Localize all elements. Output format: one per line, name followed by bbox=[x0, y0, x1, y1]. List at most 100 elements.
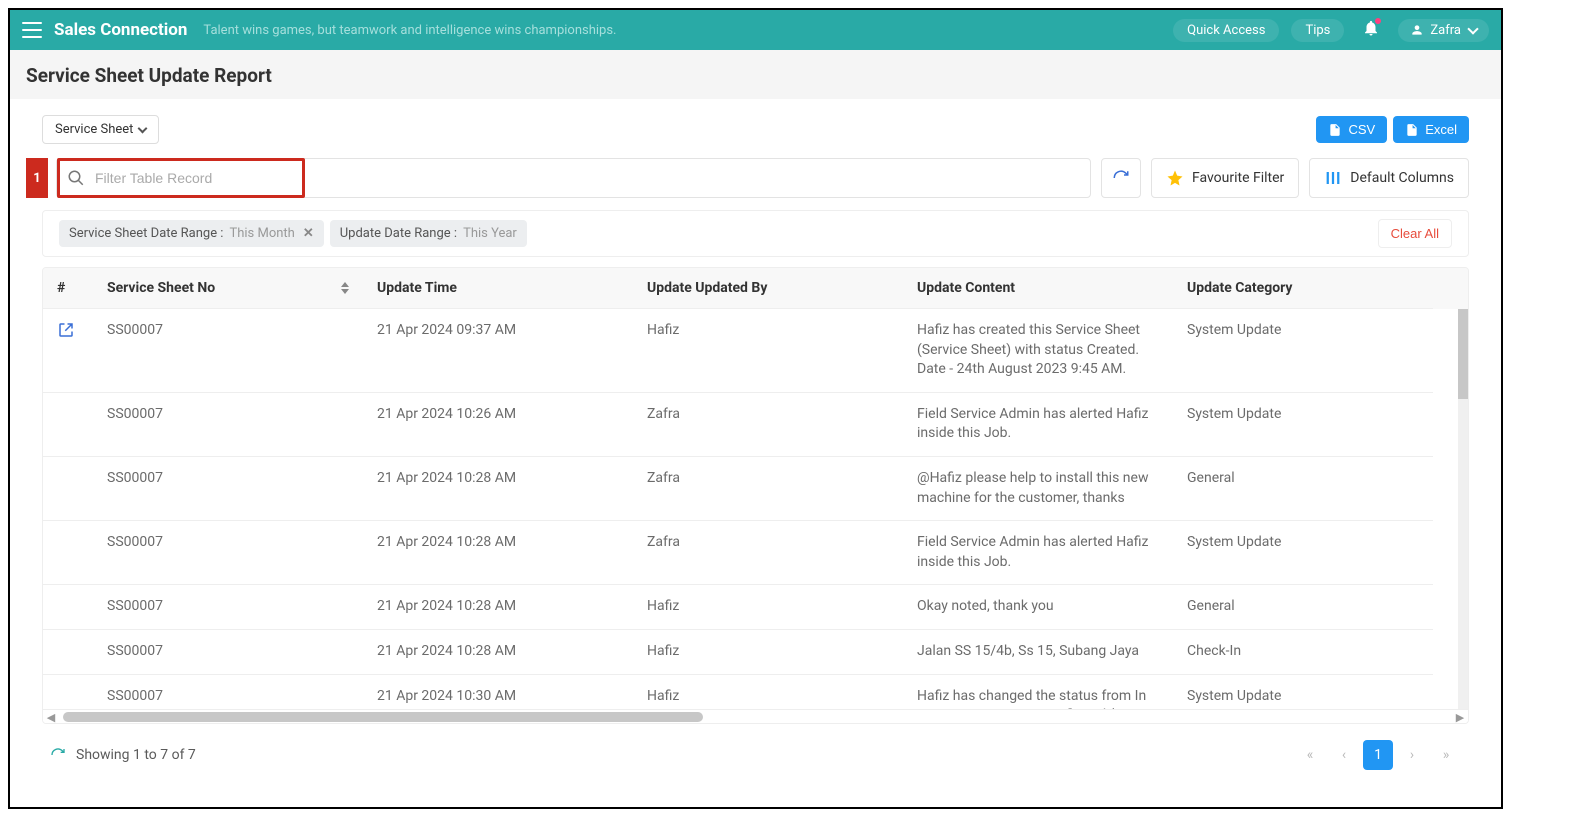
cell-update-content: Field Service Admin has alerted Hafiz in… bbox=[903, 521, 1173, 585]
cell-updated-by: Zafra bbox=[633, 457, 903, 521]
refresh-icon bbox=[1112, 169, 1130, 187]
default-columns-label: Default Columns bbox=[1350, 170, 1454, 186]
open-row-cell bbox=[43, 457, 93, 521]
export-excel-button[interactable]: Excel bbox=[1393, 116, 1469, 143]
table-body: SS0000721 Apr 2024 09:37 AMHafizHafiz ha… bbox=[43, 309, 1468, 709]
cell-updated-by: Hafiz bbox=[633, 675, 903, 709]
tagline-text: Talent wins games, but teamwork and inte… bbox=[203, 23, 616, 38]
open-row-cell[interactable] bbox=[43, 309, 93, 393]
cell-update-time: 21 Apr 2024 10:28 AM bbox=[363, 630, 633, 675]
tips-button[interactable]: Tips bbox=[1291, 19, 1344, 42]
search-input-container[interactable] bbox=[56, 158, 1091, 198]
table-row[interactable]: SS0000721 Apr 2024 10:28 AMHafizJalan SS… bbox=[43, 630, 1468, 675]
cell-sheet-no: SS00007 bbox=[93, 521, 363, 585]
table-row[interactable]: SS0000721 Apr 2024 10:26 AMZafraField Se… bbox=[43, 393, 1468, 457]
cell-update-category: System Update bbox=[1173, 309, 1433, 393]
cell-update-content: @Hafiz please help to install this new m… bbox=[903, 457, 1173, 521]
filter-chip-value: This Month bbox=[229, 226, 294, 241]
table-row[interactable]: SS0000721 Apr 2024 10:28 AMZafraField Se… bbox=[43, 521, 1468, 585]
sheet-type-dropdown[interactable]: Service Sheet bbox=[42, 115, 159, 144]
filter-chip-update-date[interactable]: Update Date Range : This Year bbox=[330, 220, 527, 247]
sort-icon bbox=[341, 282, 349, 294]
hamburger-menu-icon[interactable] bbox=[22, 22, 42, 38]
page-next-button[interactable]: › bbox=[1397, 740, 1427, 770]
col-update-content[interactable]: Update Content bbox=[903, 268, 1173, 309]
table-header: # Service Sheet No Update Time Update Up… bbox=[43, 268, 1468, 309]
horizontal-scrollbar-thumb[interactable] bbox=[63, 712, 703, 722]
vertical-scrollbar-thumb[interactable] bbox=[1458, 309, 1468, 399]
page-last-button[interactable]: » bbox=[1431, 740, 1461, 770]
cell-sheet-no: SS00007 bbox=[93, 630, 363, 675]
file-icon bbox=[1405, 123, 1419, 137]
cell-sheet-no: SS00007 bbox=[93, 585, 363, 630]
page-prev-button[interactable]: ‹ bbox=[1329, 740, 1359, 770]
export-csv-button[interactable]: CSV bbox=[1316, 116, 1387, 143]
cell-update-time: 21 Apr 2024 10:28 AM bbox=[363, 585, 633, 630]
chevron-down-icon bbox=[1467, 23, 1478, 34]
cell-update-category: General bbox=[1173, 585, 1433, 630]
export-excel-label: Excel bbox=[1425, 122, 1457, 137]
col-update-time[interactable]: Update Time bbox=[363, 268, 633, 309]
page-first-button[interactable]: « bbox=[1295, 740, 1325, 770]
search-icon bbox=[67, 169, 85, 187]
notification-dot-icon bbox=[1375, 18, 1381, 24]
favourite-filter-button[interactable]: Favourite Filter bbox=[1151, 158, 1299, 198]
cell-updated-by: Hafiz bbox=[633, 630, 903, 675]
default-columns-button[interactable]: Default Columns bbox=[1309, 158, 1469, 198]
search-input[interactable] bbox=[95, 170, 1080, 186]
results-summary: Showing 1 to 7 of 7 bbox=[76, 747, 196, 763]
cell-sheet-no: SS00007 bbox=[93, 675, 363, 709]
close-icon[interactable]: ✕ bbox=[303, 226, 314, 241]
scroll-left-icon[interactable]: ◀ bbox=[45, 711, 57, 723]
table-row[interactable]: SS0000721 Apr 2024 10:30 AMHafizHafiz ha… bbox=[43, 675, 1468, 709]
table-row[interactable]: SS0000721 Apr 2024 10:28 AMHafizOkay not… bbox=[43, 585, 1468, 630]
refresh-icon[interactable] bbox=[50, 747, 66, 763]
filter-chip-value: This Year bbox=[463, 226, 517, 241]
cell-update-category: General bbox=[1173, 457, 1433, 521]
cell-update-time: 21 Apr 2024 09:37 AM bbox=[363, 309, 633, 393]
cell-updated-by: Zafra bbox=[633, 393, 903, 457]
callout-badge: 1 bbox=[26, 158, 48, 198]
export-csv-label: CSV bbox=[1348, 122, 1375, 137]
quick-access-button[interactable]: Quick Access bbox=[1173, 19, 1279, 42]
table-row[interactable]: SS0000721 Apr 2024 09:37 AMHafizHafiz ha… bbox=[43, 309, 1468, 393]
cell-update-content: Hafiz has changed the status from In Pro… bbox=[903, 675, 1173, 709]
clear-all-button[interactable]: Clear All bbox=[1378, 219, 1452, 248]
favourite-filter-label: Favourite Filter bbox=[1192, 170, 1284, 186]
table-row[interactable]: SS0000721 Apr 2024 10:28 AMZafra@Hafiz p… bbox=[43, 457, 1468, 521]
cell-update-content: Okay noted, thank you bbox=[903, 585, 1173, 630]
filter-chip-sheet-date[interactable]: Service Sheet Date Range : This Month ✕ bbox=[59, 220, 324, 247]
user-icon bbox=[1410, 23, 1424, 37]
notifications-button[interactable] bbox=[1362, 19, 1380, 41]
user-menu-button[interactable]: Zafra bbox=[1398, 19, 1489, 42]
cell-sheet-no: SS00007 bbox=[93, 457, 363, 521]
cell-update-category: System Update bbox=[1173, 675, 1433, 709]
cell-updated-by: Hafiz bbox=[633, 309, 903, 393]
refresh-button[interactable] bbox=[1101, 158, 1141, 198]
brand-title: Sales Connection bbox=[54, 20, 187, 40]
cell-update-time: 21 Apr 2024 10:26 AM bbox=[363, 393, 633, 457]
table-footer: Showing 1 to 7 of 7 « ‹ 1 › » bbox=[26, 724, 1485, 786]
open-in-new-icon[interactable] bbox=[57, 321, 75, 339]
col-updated-by[interactable]: Update Updated By bbox=[633, 268, 903, 309]
star-icon bbox=[1166, 169, 1184, 187]
top-navbar: Sales Connection Talent wins games, but … bbox=[10, 10, 1501, 50]
cell-sheet-no: SS00007 bbox=[93, 393, 363, 457]
cell-update-time: 21 Apr 2024 10:28 AM bbox=[363, 521, 633, 585]
page-title: Service Sheet Update Report bbox=[26, 64, 1485, 87]
chevron-down-icon bbox=[138, 123, 148, 133]
col-sheet-no[interactable]: Service Sheet No bbox=[93, 268, 363, 309]
scroll-right-icon[interactable]: ▶ bbox=[1454, 711, 1466, 723]
horizontal-scrollbar[interactable]: ◀ ▶ bbox=[43, 709, 1468, 723]
open-row-cell bbox=[43, 585, 93, 630]
page-number-button[interactable]: 1 bbox=[1363, 740, 1393, 770]
cell-update-category: System Update bbox=[1173, 521, 1433, 585]
col-hash: # bbox=[43, 268, 93, 309]
user-name-label: Zafra bbox=[1430, 23, 1461, 38]
open-row-cell bbox=[43, 393, 93, 457]
filter-chip-label: Update Date Range : bbox=[340, 226, 457, 241]
cell-update-time: 21 Apr 2024 10:30 AM bbox=[363, 675, 633, 709]
open-row-cell bbox=[43, 675, 93, 709]
col-update-category[interactable]: Update Category bbox=[1173, 268, 1433, 309]
col-sheet-no-label: Service Sheet No bbox=[107, 280, 215, 296]
